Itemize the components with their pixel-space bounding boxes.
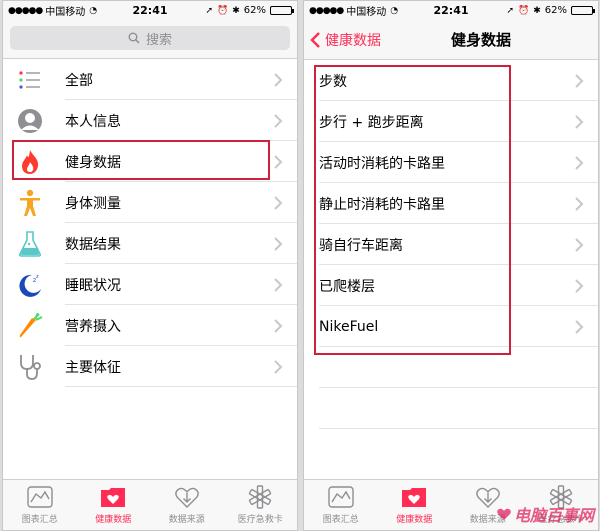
list-empty-row <box>304 388 598 429</box>
tab-label: 健康数据 <box>95 515 132 525</box>
tab-label: 图表汇总 <box>322 515 359 525</box>
list-item-label: 营养摄入 <box>65 318 121 335</box>
chevron-right-icon <box>575 156 584 170</box>
chevron-right-icon <box>274 114 283 128</box>
list-item-personal-info[interactable]: 本人信息 <box>3 100 297 141</box>
bluetooth-icon: ✱ <box>533 5 541 16</box>
status-bar: ●●●●● 中国移动 ◔ 22:41 ➚ ⏰ ✱ 62% <box>304 1 598 20</box>
list-item-vitals[interactable]: 主要体征 <box>3 346 297 387</box>
back-label: 健康数据 <box>325 32 381 49</box>
carrier-name: 中国移动 <box>45 7 86 18</box>
list-item-body-measurements[interactable]: 身体测量 <box>3 182 297 223</box>
list-item-label: 主要体征 <box>65 359 121 376</box>
chevron-right-icon <box>274 155 283 169</box>
bluetooth-icon: ✱ <box>232 5 240 16</box>
tab-sources[interactable]: 数据来源 <box>150 480 224 530</box>
asterisk-icon <box>249 485 272 509</box>
health-folder-icon <box>402 488 427 507</box>
stethoscope-icon <box>15 352 45 382</box>
body-figure-icon <box>15 188 45 218</box>
list-item-all[interactable]: 全部 <box>3 59 297 100</box>
chevron-right-icon <box>274 73 283 87</box>
carrot-icon <box>15 311 45 341</box>
moon-icon: zz <box>15 270 45 300</box>
list-item-label: 数据结果 <box>65 236 121 253</box>
alarm-icon: ⏰ <box>217 5 229 16</box>
list-item-lab-results[interactable]: 数据结果 <box>3 223 297 264</box>
tab-health-data[interactable]: 健康数据 <box>378 480 452 530</box>
tab-label: 医疗急救卡 <box>237 515 283 525</box>
battery-icon <box>571 6 595 15</box>
watermark-logo: 电脑百事网 <box>496 502 594 526</box>
chevron-right-icon <box>274 360 283 374</box>
list-item-label: 本人信息 <box>65 113 121 130</box>
tab-label: 健康数据 <box>396 515 433 525</box>
tab-dashboard[interactable]: 图表汇总 <box>3 480 77 530</box>
chevron-right-icon <box>575 238 584 252</box>
carrier-name: 中国移动 <box>346 7 387 18</box>
back-button[interactable]: 健康数据 <box>310 30 381 50</box>
health-category-list: 全部 本人信息 健身数据 身体测量 数据结果 z z 睡眠状况 营养摄入 主要体… <box>3 59 297 387</box>
alarm-icon: ⏰ <box>518 5 530 16</box>
person-icon <box>15 106 45 136</box>
highlight-box <box>314 65 511 355</box>
watermark-text: 电脑百事网 <box>513 506 594 525</box>
location-icon: ➚ <box>506 5 514 16</box>
health-folder-icon <box>101 488 126 507</box>
phone-screen-health-data: ●●●●● 中国移动 ◔ 22:41 ➚ ⏰ ✱ 62% 搜索 全部 本人信息 … <box>2 0 298 531</box>
battery-icon <box>270 6 294 15</box>
list-icon <box>15 65 45 95</box>
heart-logo-icon <box>497 508 511 520</box>
chevron-right-icon <box>575 320 584 334</box>
status-bar: ●●●●● 中国移动 ◔ 22:41 ➚ ⏰ ✱ 62% <box>3 1 297 20</box>
tab-medical-id[interactable]: 医疗急救卡 <box>224 480 298 530</box>
wifi-icon: ◔ <box>390 5 399 16</box>
signal-dots-icon: ●●●●● <box>309 5 344 16</box>
chevron-right-icon <box>575 197 584 211</box>
list-item-label: 睡眠状况 <box>65 277 121 294</box>
highlight-box <box>12 140 270 180</box>
chevron-right-icon <box>274 319 283 333</box>
signal-dots-icon: ●●●●● <box>8 5 43 16</box>
list-item-nutrition[interactable]: 营养摄入 <box>3 305 297 346</box>
download-heart-icon <box>174 487 199 508</box>
battery-percent: 62% <box>544 5 567 16</box>
list-item-label: 身体测量 <box>65 195 121 212</box>
chevron-right-icon <box>575 279 584 293</box>
chart-icon <box>27 486 53 508</box>
wifi-icon: ◔ <box>89 5 98 16</box>
tab-label: 数据来源 <box>168 515 205 525</box>
screenshot-canvas: ●●●●● 中国移动 ◔ 22:41 ➚ ⏰ ✱ 62% 搜索 全部 本人信息 … <box>0 0 600 531</box>
chevron-right-icon <box>274 196 283 210</box>
location-icon: ➚ <box>205 5 213 16</box>
list-item-label: 全部 <box>65 72 93 89</box>
phone-screen-fitness-data: ●●●●● 中国移动 ◔ 22:41 ➚ ⏰ ✱ 62% 健康数据 健身数据 步… <box>303 0 599 531</box>
search-bar: 搜索 <box>3 20 297 59</box>
chevron-right-icon <box>575 115 584 129</box>
tab-health-data[interactable]: 健康数据 <box>77 480 151 530</box>
chevron-right-icon <box>274 237 283 251</box>
chevron-right-icon <box>575 74 584 88</box>
navigation-bar: 健康数据 健身数据 <box>304 20 598 60</box>
svg-text:z: z <box>36 274 39 280</box>
search-input[interactable]: 搜索 <box>10 26 290 50</box>
chevron-left-icon <box>310 31 320 48</box>
chart-icon <box>328 486 354 508</box>
search-placeholder: 搜索 <box>145 32 172 48</box>
list-item-sleep[interactable]: zz 睡眠状况 <box>3 264 297 305</box>
battery-percent: 62% <box>243 5 266 16</box>
tab-bar: 图表汇总 健康数据 数据来源 医疗急救卡 <box>3 479 297 530</box>
chevron-right-icon <box>274 278 283 292</box>
flask-icon <box>15 229 45 259</box>
search-icon <box>128 32 140 44</box>
tab-label: 图表汇总 <box>21 515 58 525</box>
tab-dashboard[interactable]: 图表汇总 <box>304 480 378 530</box>
